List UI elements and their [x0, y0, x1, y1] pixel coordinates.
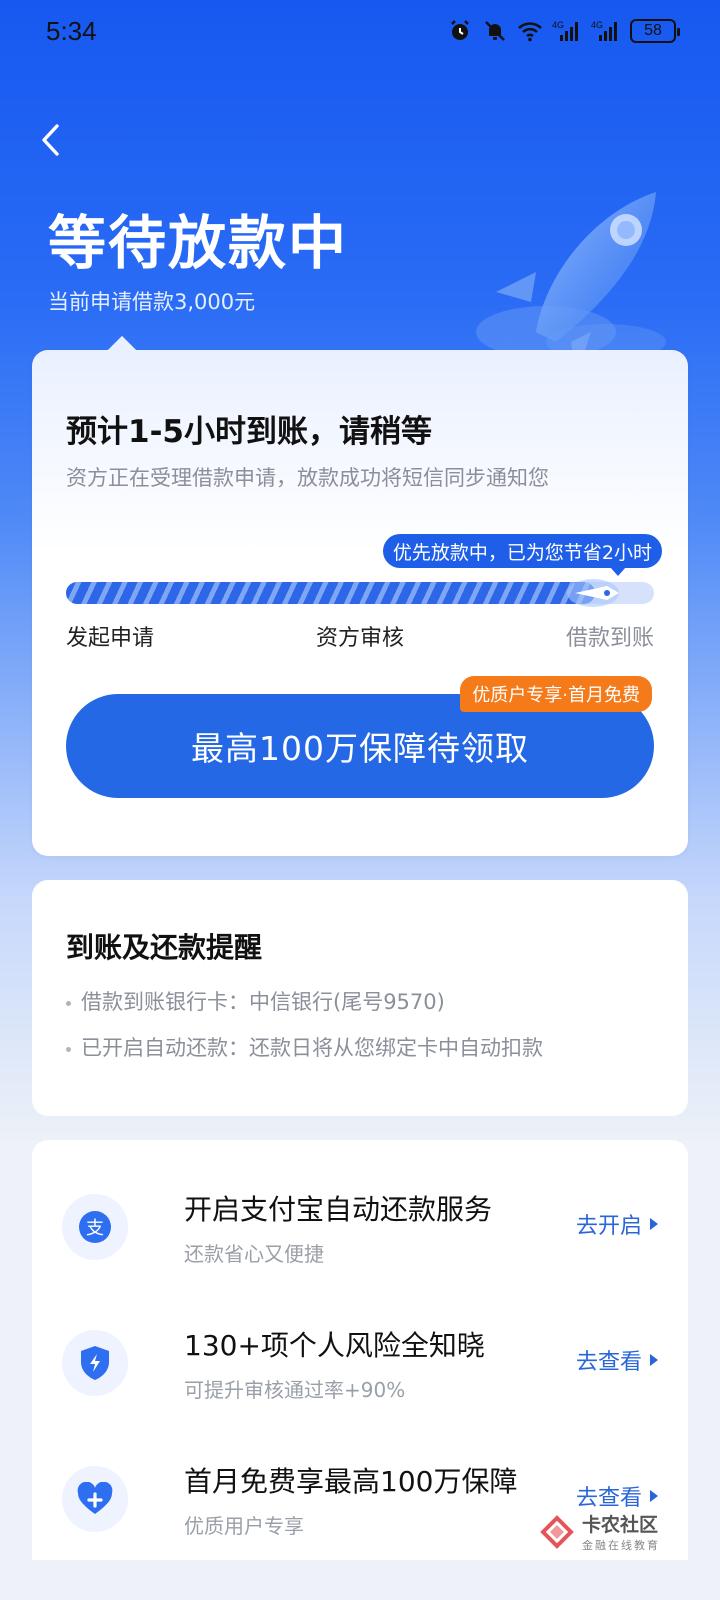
service-subtitle: 优质用户专享 — [184, 1514, 304, 1538]
wifi-icon — [517, 18, 543, 44]
alipay-icon: 支 — [62, 1194, 128, 1260]
watermark-logo-icon — [540, 1514, 574, 1549]
view-link[interactable]: 去查看 — [576, 1344, 658, 1376]
bullet-icon — [66, 1000, 71, 1006]
rocket-illustration — [476, 182, 676, 377]
service-title: 130+项个人风险全知晓 — [184, 1329, 485, 1362]
service-item-alipay[interactable]: 支 开启支付宝自动还款服务 还款省心又便捷 去开启 — [62, 1184, 658, 1284]
caret-right-icon — [650, 1218, 658, 1230]
progress-steps: 发起申请 资方审核 借款到账 — [66, 620, 654, 652]
service-subtitle: 还款省心又便捷 — [184, 1242, 324, 1266]
auto-repay-line: 已开启自动还款：还款日将从您绑定卡中自动扣款 — [66, 1032, 543, 1062]
svg-text:4G: 4G — [591, 20, 603, 30]
action-label: 去查看 — [575, 1350, 642, 1375]
auto-repay-text: 已开启自动还款：还款日将从您绑定卡中自动扣款 — [81, 1036, 543, 1060]
enable-link[interactable]: 去开启 — [576, 1208, 658, 1240]
svg-text:4G: 4G — [552, 20, 564, 30]
watermark-name: 卡农社区 — [582, 1514, 659, 1536]
exclusive-offer-badge: 优质户专享·首月免费 — [460, 676, 652, 712]
services-card: 支 开启支付宝自动还款服务 还款省心又便捷 去开启 130+项个人风险全知晓 可… — [32, 1140, 688, 1560]
loan-amount-subtitle: 当前申请借款3,000元 — [48, 290, 256, 314]
service-title: 首月免费享最高100万保障 — [184, 1465, 518, 1498]
status-icons: 4G 4G 58 — [447, 18, 680, 44]
progress-fill — [66, 582, 596, 604]
signal-icon-1: 4G — [552, 18, 582, 44]
bank-card-text: 借款到账银行卡：中信银行(尾号9570) — [81, 990, 445, 1014]
watermark-tagline: 金融在线教育 — [582, 1539, 660, 1552]
loan-progress-bar — [66, 579, 654, 607]
heart-plus-icon — [62, 1466, 128, 1532]
bullet-icon — [66, 1046, 71, 1052]
step-disbursed: 借款到账 — [565, 626, 654, 651]
watermark: 卡农社区 金融在线教育 — [540, 1510, 660, 1553]
signal-icon-2: 4G — [591, 18, 621, 44]
rocket-progress-icon — [567, 579, 620, 607]
service-subtitle: 可提升审核通过率+90% — [184, 1378, 406, 1402]
view-link[interactable]: 去查看 — [576, 1480, 658, 1512]
mute-bell-icon — [482, 18, 508, 44]
battery-indicator: 58 — [630, 19, 680, 43]
reminder-card: 到账及还款提醒 借款到账银行卡：中信银行(尾号9570) 已开启自动还款：还款日… — [32, 880, 688, 1116]
status-time: 5:34 — [46, 16, 97, 46]
priority-badge: 优先放款中，已为您节省2小时 — [382, 534, 662, 576]
loan-progress-card: 预计1-5小时到账，请稍等 资方正在受理借款申请，放款成功将短信同步通知您 优先… — [32, 350, 688, 856]
eta-title: 预计1-5小时到账，请稍等 — [66, 414, 433, 450]
bank-card-line: 借款到账银行卡：中信银行(尾号9570) — [66, 986, 445, 1016]
step-apply: 发起申请 — [66, 626, 155, 651]
alarm-icon — [447, 18, 473, 44]
service-item-risk-report[interactable]: 130+项个人风险全知晓 可提升审核通过率+90% 去查看 — [62, 1320, 658, 1420]
step-review: 资方审核 — [315, 626, 404, 651]
caret-right-icon — [650, 1490, 658, 1502]
shield-icon — [62, 1330, 128, 1396]
caret-right-icon — [650, 1354, 658, 1366]
service-title: 开启支付宝自动还款服务 — [184, 1193, 493, 1226]
reminder-title: 到账及还款提醒 — [66, 931, 263, 964]
status-bar: 5:34 4G 4G 58 — [0, 0, 720, 64]
chevron-left-icon — [42, 124, 59, 156]
eta-description: 资方正在受理借款申请，放款成功将短信同步通知您 — [66, 466, 549, 490]
page-title: 等待放款中 — [48, 209, 349, 277]
svg-text:支: 支 — [86, 1218, 104, 1239]
action-label: 去开启 — [575, 1214, 642, 1239]
back-button[interactable] — [30, 118, 70, 162]
action-label: 去查看 — [575, 1486, 642, 1511]
